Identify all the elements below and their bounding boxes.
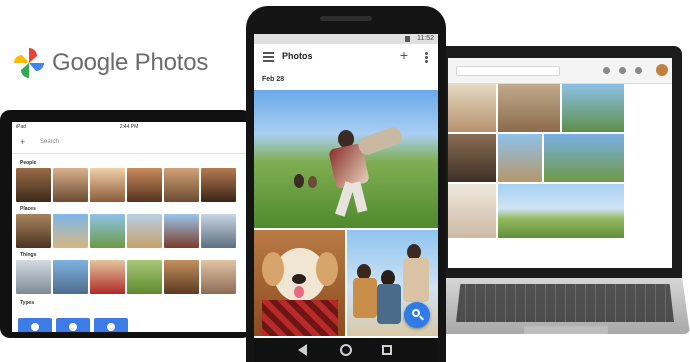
- section-label-things: Things: [20, 252, 37, 258]
- section-label-places: Places: [20, 206, 36, 212]
- photo-scarf: [356, 125, 404, 157]
- status-carrier: iPad: [16, 124, 27, 130]
- photo-bg-person: [294, 174, 304, 188]
- phone-screen: 11:52 Photos + Feb 28: [254, 34, 438, 362]
- place-thumb[interactable]: [127, 214, 162, 248]
- photo-tile[interactable]: [562, 84, 624, 132]
- person-thumb[interactable]: [53, 168, 88, 202]
- notifications-icon[interactable]: [635, 67, 642, 74]
- section-label-people: People: [20, 160, 37, 166]
- types-row: [18, 318, 128, 332]
- person-thumb[interactable]: [201, 168, 236, 202]
- upload-icon[interactable]: [603, 67, 610, 74]
- photo-tile[interactable]: [544, 134, 624, 182]
- search-fab[interactable]: [404, 302, 430, 328]
- photo-bg-person: [308, 176, 317, 188]
- logo-wordmark: Google Photos: [52, 49, 209, 76]
- dog-scarf: [262, 300, 338, 336]
- android-nav-bar: [254, 338, 438, 362]
- thing-thumb[interactable]: [164, 260, 199, 294]
- battery-icon: [405, 36, 410, 42]
- grid-gutter: [626, 84, 672, 238]
- thing-thumb[interactable]: [90, 260, 125, 294]
- search-icon-handle: [419, 315, 424, 321]
- tablet-device: iPad 2:44 PM + Search People Places Thin…: [0, 110, 252, 338]
- search-field[interactable]: Search: [40, 139, 59, 145]
- app-title: Photos: [282, 51, 313, 61]
- people-row: [16, 168, 236, 202]
- tablet-screen: iPad 2:44 PM + Search People Places Thin…: [12, 122, 246, 332]
- status-time: 11:52: [417, 35, 434, 42]
- thing-thumb[interactable]: [201, 260, 236, 294]
- app-bar: Photos +: [254, 44, 438, 72]
- tablet-toolbar: + Search: [12, 132, 246, 154]
- place-thumb[interactable]: [90, 214, 125, 248]
- add-icon[interactable]: +: [20, 137, 25, 147]
- place-thumb[interactable]: [16, 214, 51, 248]
- apps-icon[interactable]: [619, 67, 626, 74]
- places-row: [16, 214, 236, 248]
- laptop-keyboard: [456, 284, 674, 322]
- thing-thumb[interactable]: [127, 260, 162, 294]
- photo-tile[interactable]: [498, 184, 624, 238]
- thing-thumb[interactable]: [16, 260, 51, 294]
- type-tile[interactable]: [94, 318, 128, 332]
- photo-person-body: [403, 258, 429, 302]
- photo-person-body: [377, 284, 401, 324]
- more-vert-icon[interactable]: [425, 52, 428, 64]
- phone-status-bar: 11:52: [254, 34, 438, 44]
- google-photos-logo: Google Photos: [12, 46, 212, 86]
- things-row: [16, 260, 236, 294]
- photo-tile[interactable]: [498, 134, 542, 182]
- person-thumb[interactable]: [127, 168, 162, 202]
- type-tile[interactable]: [56, 318, 90, 332]
- photo-tile[interactable]: [448, 184, 496, 238]
- laptop-device: [430, 46, 690, 362]
- place-thumb[interactable]: [53, 214, 88, 248]
- status-time: 2:44 PM: [119, 124, 139, 130]
- date-header: Feb 28: [262, 76, 285, 83]
- place-thumb[interactable]: [201, 214, 236, 248]
- phone-speaker: [320, 16, 372, 21]
- browser-toolbar: [448, 58, 672, 84]
- recents-icon[interactable]: [382, 345, 392, 355]
- hero-photo[interactable]: [254, 90, 438, 228]
- dog-ear: [316, 252, 338, 286]
- photo-figure-leg: [350, 181, 368, 213]
- tablet-status-bar: iPad 2:44 PM: [12, 122, 246, 132]
- place-thumb[interactable]: [164, 214, 199, 248]
- photo-tile[interactable]: [448, 134, 496, 182]
- person-thumb[interactable]: [164, 168, 199, 202]
- pinwheel-icon: [14, 48, 44, 78]
- laptop-screen: [448, 58, 672, 268]
- dog-ear: [262, 252, 284, 286]
- dog-photo[interactable]: [254, 230, 345, 336]
- photo-person-body: [353, 278, 377, 318]
- laptop-trackpad: [524, 326, 608, 334]
- dog-nose: [292, 274, 306, 284]
- person-thumb[interactable]: [90, 168, 125, 202]
- home-icon[interactable]: [340, 344, 352, 356]
- add-icon[interactable]: +: [400, 47, 408, 63]
- phone-device: 11:52 Photos + Feb 28: [246, 6, 446, 362]
- back-icon[interactable]: [298, 344, 307, 356]
- photo-tile[interactable]: [448, 84, 496, 132]
- type-tile[interactable]: [18, 318, 52, 332]
- section-label-types: Types: [20, 300, 35, 306]
- thing-thumb[interactable]: [53, 260, 88, 294]
- laptop-lid: [438, 46, 682, 278]
- person-thumb[interactable]: [16, 168, 51, 202]
- menu-icon[interactable]: [263, 52, 274, 62]
- photo-tile[interactable]: [498, 84, 560, 132]
- dog-tongue: [294, 286, 304, 298]
- avatar[interactable]: [656, 64, 668, 76]
- address-bar[interactable]: [456, 66, 560, 76]
